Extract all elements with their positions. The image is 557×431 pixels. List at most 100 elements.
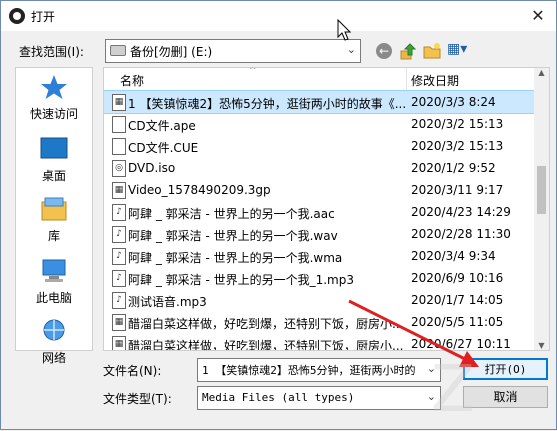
file-date: 2020/3/11 9:17	[411, 183, 504, 197]
up-folder-button[interactable]	[398, 41, 418, 61]
new-folder-button[interactable]	[422, 41, 442, 61]
view-menu-button[interactable]: ▦▾	[447, 41, 473, 61]
audio-file-icon: ♪	[112, 248, 126, 265]
file-date: 2020/3/4 9:34	[411, 249, 496, 263]
sidebar-item-label: 快速访问	[29, 107, 78, 121]
file-date: 2020/2/28 11:30	[411, 227, 511, 241]
file-date: 2020/3/2 15:13	[411, 139, 504, 153]
file-name: 阿肆 _ 郭采洁 - 世界上的另一个我.wma	[128, 251, 343, 265]
file-date: 2020/6/27 10:11	[411, 337, 511, 351]
open-button[interactable]: 打开(O)	[463, 358, 548, 380]
computer-icon	[42, 259, 66, 282]
file-list-header: ^ 名称 修改日期	[104, 68, 534, 91]
app-icon	[9, 8, 25, 24]
close-icon: ✕	[531, 6, 545, 25]
disc-file-icon: ◎	[112, 160, 126, 177]
sidebar-item-quick-access[interactable]: 快速访问	[16, 74, 92, 122]
file-row[interactable]: ♪ 阿肆 _ 郭采洁 - 世界上的另一个我.aac 2020/4/23 14:29	[104, 201, 534, 223]
file-rows: ▦ 1 【笑镇惊魂2】恐怖5分钟，逛街两小时的故事《... 2020/3/3 8:2…	[104, 90, 535, 351]
sidebar-item-label: 库	[47, 229, 60, 243]
file-name: 阿肆 _ 郭采洁 - 世界上的另一个我.wav	[128, 229, 338, 243]
filetype-label: 文件类型(T):	[103, 392, 172, 406]
mouse-cursor-icon	[337, 19, 351, 41]
column-divider[interactable]	[406, 68, 407, 90]
file-name: CD文件.ape	[128, 119, 196, 133]
file-date: 2020/3/3 8:24	[411, 95, 496, 109]
column-header-date[interactable]: 修改日期	[411, 72, 459, 89]
watermark-logo-icon: Z	[431, 353, 475, 427]
open-file-dialog: 打开 ✕ 查找范围(I): 备份[勿删] (E:) ⌄ ← ▦▾ 快速访问 桌面…	[0, 0, 557, 430]
title-bar: 打开 ✕	[1, 1, 556, 31]
file-row[interactable]: ♪ 阿肆 _ 郭采洁 - 世界上的另一个我_1.mp3 2020/6/9 10:16	[104, 267, 534, 289]
audio-file-icon: ♪	[112, 204, 126, 221]
audio-file-icon: ♪	[112, 226, 126, 243]
places-sidebar: 快速访问 桌面 库 此电脑 网络	[15, 67, 93, 365]
column-header-name[interactable]: 名称	[120, 72, 144, 89]
scroll-up-icon[interactable]: ▲	[534, 68, 549, 77]
lookin-select[interactable]: 备份[勿删] (E:) ⌄	[105, 39, 361, 63]
filetype-select[interactable]: Media Files (all types) ⌄	[197, 386, 441, 410]
view-grid-icon: ▦▾	[447, 41, 468, 57]
file-date: 2020/5/5 11:05	[411, 315, 504, 329]
video-file-icon: ▦	[112, 94, 126, 111]
filename-input[interactable]: 1 【笑镇惊魂2】恐怖5分钟，逛街两小时的 ⌄	[197, 358, 441, 382]
sidebar-item-this-pc[interactable]: 此电脑	[16, 258, 92, 306]
audio-file-icon: ♪	[112, 270, 126, 287]
file-date: 2020/1/2 9:52	[411, 161, 496, 175]
up-folder-icon	[400, 43, 417, 60]
sidebar-item-label: 此电脑	[35, 291, 72, 305]
back-arrow-icon: ←	[376, 43, 392, 59]
lookin-value: 备份[勿删] (E:)	[130, 45, 213, 59]
file-row[interactable]: ▦ Video_1578490209.3gp 2020/3/11 9:17	[104, 179, 534, 201]
file-name: CD文件.CUE	[128, 141, 199, 155]
vertical-scrollbar[interactable]: ▲ ▼	[534, 68, 549, 350]
file-date: 2020/4/23 14:29	[411, 205, 511, 219]
file-row[interactable]: ◎ DVD.iso 2020/1/2 9:52	[104, 157, 534, 179]
file-date: 2020/6/9 10:16	[411, 271, 504, 285]
file-row[interactable]: ♪ 阿肆 _ 郭采洁 - 世界上的另一个我.wav 2020/2/28 11:30	[104, 223, 534, 245]
sidebar-item-label: 桌面	[41, 169, 66, 183]
video-file-icon: ▦	[112, 314, 126, 331]
back-button[interactable]: ←	[374, 41, 394, 61]
new-folder-icon	[423, 43, 441, 59]
chevron-down-icon: ⌄	[346, 43, 356, 56]
file-row[interactable]: ♪ 阿肆 _ 郭采洁 - 世界上的另一个我.wma 2020/3/4 9:34	[104, 245, 534, 267]
library-icon	[41, 197, 67, 221]
file-date: 2020/3/2 15:13	[411, 117, 504, 131]
close-button[interactable]: ✕	[526, 5, 550, 27]
filename-label: 文件名(N):	[103, 364, 162, 378]
file-icon	[112, 116, 126, 133]
video-file-icon: ▦	[112, 336, 126, 350]
file-name: 测试语音.mp3	[128, 295, 207, 309]
video-file-icon: ▦	[112, 182, 126, 199]
file-date: 2020/1/7 14:05	[411, 293, 504, 307]
file-name: 1 【笑镇惊魂2】恐怖5分钟，逛街两小时的故事《...	[128, 97, 407, 111]
file-name: 醋溜白菜这样做，好吃到爆，还特别下饭，厨房小...	[128, 339, 404, 351]
file-name: 醋溜白菜这样做，好吃到爆，还特别下饭，厨房小...	[128, 317, 404, 331]
file-row[interactable]: CD文件.CUE 2020/3/2 15:13	[104, 135, 534, 157]
file-row[interactable]: ▦ 醋溜白菜这样做，好吃到爆，还特别下饭，厨房小... 2020/6/27 10:1…	[104, 333, 534, 351]
sort-indicator-icon: ^	[249, 67, 257, 76]
file-row[interactable]: CD文件.ape 2020/3/2 15:13	[104, 113, 534, 135]
sidebar-item-network[interactable]: 网络	[16, 318, 92, 366]
file-row[interactable]: ♪ 测试语音.mp3 2020/1/7 14:05	[104, 289, 534, 311]
scroll-thumb[interactable]	[537, 166, 546, 214]
desktop-icon	[40, 137, 68, 159]
file-row[interactable]: ▦ 1 【笑镇惊魂2】恐怖5分钟，逛街两小时的故事《... 2020/3/3 8:2…	[104, 90, 535, 114]
filetype-value: Media Files (all types)	[202, 391, 355, 404]
sidebar-item-desktop[interactable]: 桌面	[16, 136, 92, 184]
cancel-button[interactable]: 取消	[463, 386, 548, 408]
file-list[interactable]: ^ 名称 修改日期 ▦ 1 【笑镇惊魂2】恐怖5分钟，逛街两小时的故事《... 20…	[103, 67, 550, 351]
network-icon	[43, 319, 65, 341]
sidebar-item-label: 网络	[41, 351, 66, 365]
audio-file-icon: ♪	[112, 292, 126, 309]
file-name: DVD.iso	[128, 161, 176, 175]
file-name: Video_1578490209.3gp	[128, 183, 271, 197]
sidebar-item-library[interactable]: 库	[16, 196, 92, 244]
chevron-down-icon[interactable]: ⌄	[427, 390, 436, 403]
star-icon	[41, 75, 67, 99]
scroll-down-icon[interactable]: ▼	[534, 341, 549, 350]
file-name: 阿肆 _ 郭采洁 - 世界上的另一个我_1.mp3	[128, 273, 354, 287]
chevron-down-icon[interactable]: ⌄	[427, 362, 436, 375]
file-row[interactable]: ▦ 醋溜白菜这样做，好吃到爆，还特别下饭，厨房小... 2020/5/5 11:05	[104, 311, 534, 333]
